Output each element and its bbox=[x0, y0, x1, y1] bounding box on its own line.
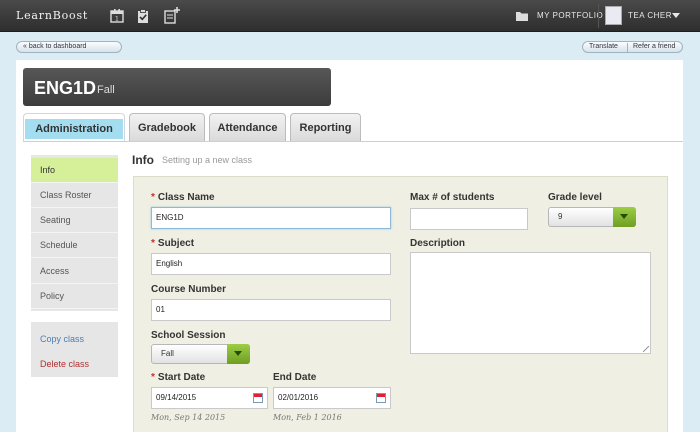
delete-class-link[interactable]: Delete class bbox=[40, 359, 89, 369]
end-date-label: End Date bbox=[273, 372, 317, 383]
course-number-input[interactable]: 01 bbox=[151, 299, 391, 321]
calendar-icon[interactable] bbox=[253, 393, 263, 403]
subject-label: * Subject bbox=[151, 238, 194, 249]
class-name-label-text: Class Name bbox=[157, 192, 215, 203]
tab-label: Administration bbox=[25, 119, 123, 139]
tab-gradebook[interactable]: Gradebook bbox=[129, 113, 205, 142]
avatar[interactable] bbox=[605, 6, 622, 25]
start-date-value: 09/14/2015 bbox=[156, 393, 197, 402]
course-number-label: Course Number bbox=[151, 284, 227, 295]
sidebar-item-policy[interactable]: Policy bbox=[31, 284, 118, 309]
svg-text:1: 1 bbox=[115, 16, 119, 23]
topbar-divider bbox=[598, 4, 599, 28]
max-students-label: Max # of students bbox=[410, 192, 495, 203]
page-subtitle: Setting up a new class bbox=[162, 155, 253, 165]
chevron-down-icon[interactable] bbox=[613, 207, 636, 227]
utility-pill: Translate Refer a friend bbox=[582, 41, 683, 53]
chevron-down-icon[interactable] bbox=[227, 344, 250, 364]
sidebar-item-schedule[interactable]: Schedule bbox=[31, 233, 118, 258]
app-logo[interactable]: LearnBoost bbox=[16, 9, 88, 22]
start-date-hint: Mon, Sep 14 2015 bbox=[151, 413, 226, 422]
tab-administration[interactable]: Administration bbox=[23, 113, 125, 142]
sidebar-item-seating[interactable]: Seating bbox=[31, 208, 118, 233]
class-term: Fall bbox=[97, 84, 115, 96]
add-note-icon[interactable] bbox=[163, 6, 181, 24]
my-portfolio-link[interactable]: MY PORTFOLIO bbox=[537, 11, 603, 20]
translate-button[interactable]: Translate bbox=[589, 42, 618, 52]
start-date-label-text: Start Date bbox=[157, 372, 206, 383]
start-date-input[interactable]: 09/14/2015 bbox=[151, 387, 268, 409]
user-menu[interactable]: TEA CHER bbox=[628, 11, 672, 20]
resize-handle-icon[interactable] bbox=[643, 346, 649, 352]
max-students-input[interactable] bbox=[410, 208, 528, 230]
calendar-icon[interactable] bbox=[376, 393, 386, 403]
grade-level-label: Grade level bbox=[548, 192, 602, 203]
sidebar-item-info[interactable]: Info bbox=[31, 158, 118, 183]
class-code: ENG1D bbox=[34, 78, 97, 98]
start-date-label: * Start Date bbox=[151, 372, 205, 383]
page-title: Info bbox=[132, 153, 154, 167]
grade-level-value: 9 bbox=[558, 212, 563, 221]
class-name-input[interactable]: ENG1D bbox=[151, 207, 391, 229]
class-name-label: * Class Name bbox=[151, 192, 215, 203]
checklist-icon[interactable] bbox=[135, 8, 151, 24]
sidebar-item-access[interactable]: Access bbox=[31, 259, 118, 284]
description-label: Description bbox=[410, 238, 466, 249]
school-session-value: Fall bbox=[161, 349, 174, 358]
pill-divider bbox=[627, 43, 628, 52]
subject-label-text: Subject bbox=[157, 238, 195, 249]
end-date-hint: Mon, Feb 1 2016 bbox=[273, 413, 342, 422]
folder-icon[interactable] bbox=[515, 9, 529, 23]
end-date-input[interactable]: 02/01/2016 bbox=[273, 387, 391, 409]
description-textarea[interactable] bbox=[410, 252, 651, 354]
refer-friend-button[interactable]: Refer a friend bbox=[633, 42, 675, 52]
tab-divider bbox=[23, 141, 683, 142]
required-marker: * bbox=[151, 238, 155, 249]
back-to-dashboard-button[interactable]: « back to dashboard bbox=[16, 41, 122, 53]
sidebar-item-class-roster[interactable]: Class Roster bbox=[31, 183, 118, 208]
grade-level-select[interactable]: 9 bbox=[548, 207, 636, 227]
school-session-label: School Session bbox=[151, 330, 226, 341]
tab-attendance[interactable]: Attendance bbox=[209, 113, 286, 142]
copy-class-link[interactable]: Copy class bbox=[40, 334, 84, 344]
top-bar: LearnBoost 1 MY PORTFOLIO TEA CHER bbox=[0, 0, 700, 32]
school-session-select[interactable]: Fall bbox=[151, 344, 250, 364]
subject-input[interactable]: English bbox=[151, 253, 391, 275]
chevron-down-icon[interactable] bbox=[672, 13, 680, 18]
required-marker: * bbox=[151, 372, 155, 383]
calendar-icon[interactable]: 1 bbox=[109, 8, 125, 24]
tab-reporting[interactable]: Reporting bbox=[290, 113, 361, 142]
required-marker: * bbox=[151, 192, 155, 203]
end-date-value: 02/01/2016 bbox=[278, 393, 319, 402]
